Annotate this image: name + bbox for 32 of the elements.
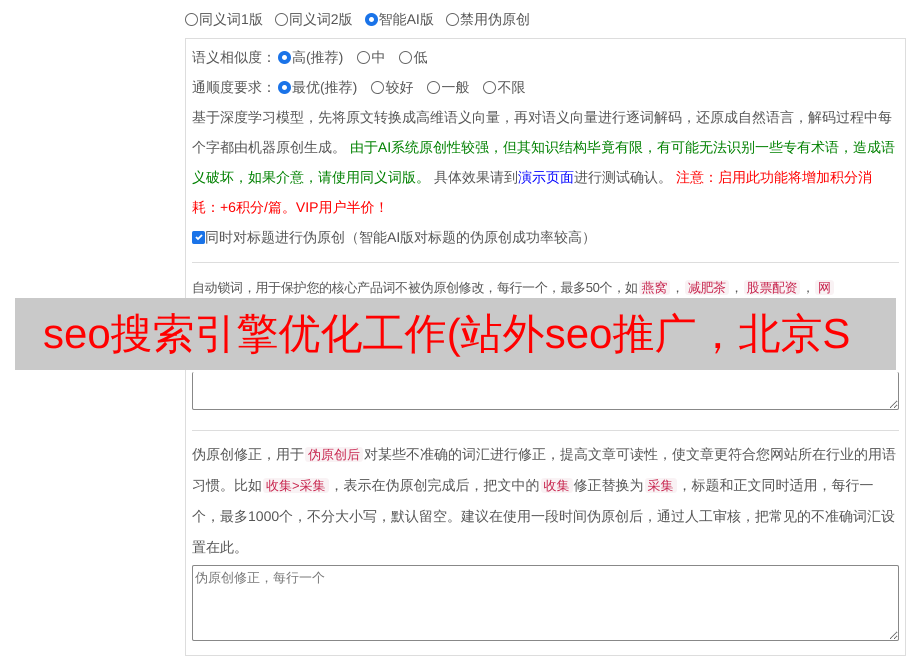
option-label[interactable]: 较好	[385, 76, 414, 98]
radio-button[interactable]	[483, 80, 496, 94]
description-text: 基于深度学习模型，先将原文转换成高维语义向量，再对语义向量进行逐词解码，还原成自然语言，解码过程中每个字都由机器原创生成。 由于AI系统原创性较强，但其知识结构毕竟有限，有可能无法识别一些专有术语，造成语义破坏，如果介意，请使用同义词版。 具体效果请到演示页面进行测试确认。 注意：启用此功能将增加积分消耗：+6积分/篇。VIP用户半价！	[192, 108, 896, 217]
radio-button[interactable]	[371, 80, 384, 94]
title-banner: seo搜索引擎优化工作(站外seo推广，北京S	[15, 298, 896, 370]
correction-field[interactable]: 伪原创修正，每行一个	[192, 565, 899, 641]
correction-hint: 伪原创修正，用于 伪原创后 对某些不准确的词汇进行修正，提高文章可读性，使文章更符合您网站所在行业的用语习惯。比如 收集>采集 ，表示在伪原创完成后，把文中的 收集 修正替换为 采集 ，标题和正文同时适用，每行一个，最多1000个，不分大小写，默认留空。建议在使用一段时间伪原创后，通过人工审核，把常见的不准确词汇设置在此。	[192, 445, 897, 557]
lock-words-field[interactable]	[192, 372, 899, 410]
radio-button[interactable]	[446, 12, 459, 26]
option-label[interactable]: 高(推荐)	[292, 46, 344, 68]
option-label[interactable]: 中	[371, 46, 386, 68]
option-label[interactable]: 不限	[497, 76, 526, 98]
mode-option[interactable]: 同义词1版	[199, 8, 263, 30]
radio-button[interactable]	[427, 80, 440, 94]
demo-page-link[interactable]: 演示页面	[518, 169, 574, 185]
radio-button[interactable]	[364, 12, 378, 26]
checkbox[interactable]	[192, 230, 205, 244]
radio-button[interactable]	[274, 12, 288, 26]
radio-button[interactable]	[357, 50, 370, 64]
mode-option[interactable]: 禁用伪原创	[460, 8, 530, 30]
mode-option[interactable]: 同义词2版	[288, 8, 353, 30]
checkbox-label[interactable]: 同时对标题进行伪原创（智能AI版对标题的伪原创成功率较高）	[205, 226, 596, 248]
radio-button[interactable]	[278, 50, 291, 64]
radio-button[interactable]	[399, 50, 412, 64]
option-label[interactable]: 一般	[441, 76, 470, 98]
option-label[interactable]: 低	[413, 46, 428, 68]
radio-button[interactable]	[278, 80, 291, 94]
radio-button[interactable]	[185, 12, 198, 26]
mode-option[interactable]: 智能AI版	[378, 8, 434, 30]
field-label: 语义相似度：	[192, 48, 276, 66]
option-label[interactable]: 最优(推荐)	[292, 76, 358, 98]
field-label: 通顺度要求：	[192, 78, 276, 96]
